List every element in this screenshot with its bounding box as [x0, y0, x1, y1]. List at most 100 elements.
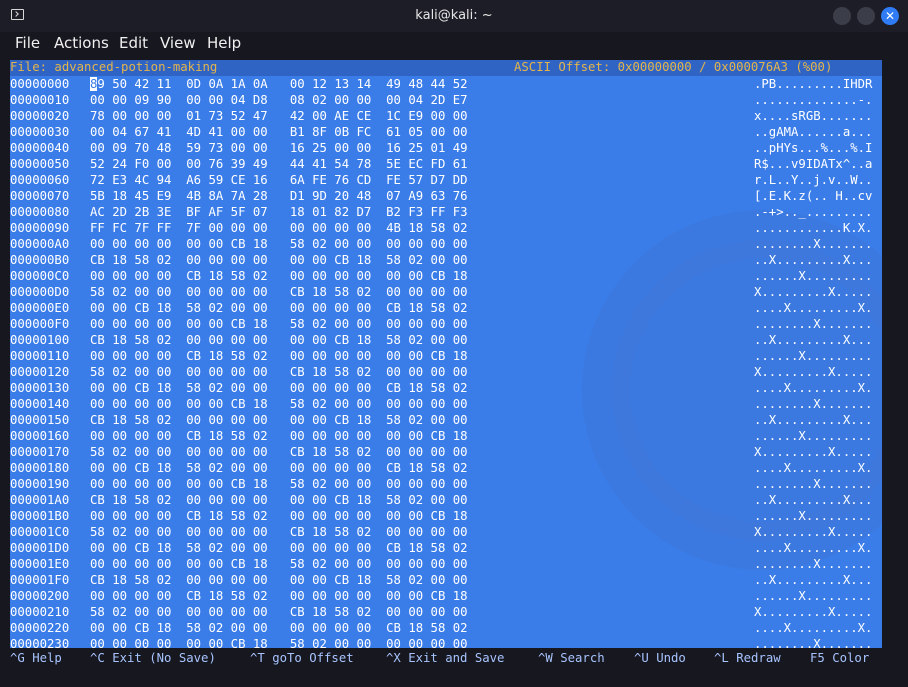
shortcut-goto-offset[interactable]: ^T goTo Offset	[250, 651, 354, 665]
row-hex-bytes[interactable]: CB 18 58 02 00 00 00 00 00 00 CB 18 58 0…	[90, 252, 468, 268]
minimize-button[interactable]	[833, 7, 851, 25]
row-hex-bytes[interactable]: CB 18 58 02 00 00 00 00 00 00 CB 18 58 0…	[90, 412, 468, 428]
row-offset: 000001F0	[10, 573, 70, 587]
row-hex-bytes[interactable]: 00 00 00 00 CB 18 58 02 00 00 00 00 00 0…	[90, 508, 468, 524]
row-hex-bytes[interactable]: 00 00 00 00 CB 18 58 02 00 00 00 00 00 0…	[90, 348, 468, 364]
row-hex-bytes[interactable]: 58 02 00 00 00 00 00 00 CB 18 58 02 00 0…	[90, 444, 468, 460]
row-hex-bytes[interactable]: AC 2D 2B 3E BF AF 5F 07 18 01 82 D7 B2 F…	[90, 204, 468, 220]
shortcut-exit-no-save[interactable]: ^C Exit (No Save)	[90, 651, 216, 665]
row-ascii[interactable]: ..X.........X...	[754, 412, 872, 428]
row-hex-bytes[interactable]: 58 02 00 00 00 00 00 00 CB 18 58 02 00 0…	[90, 364, 468, 380]
row-ascii[interactable]: ......X.........	[754, 268, 872, 284]
row-hex-bytes[interactable]: 58 02 00 00 00 00 00 00 CB 18 58 02 00 0…	[90, 524, 468, 540]
row-ascii[interactable]: r.L..Y..j.v..W..	[754, 172, 872, 188]
row-ascii[interactable]: ..............-.	[754, 92, 872, 108]
shortcut-color[interactable]: F5 Color	[810, 651, 869, 665]
row-hex-bytes[interactable]: 78 00 00 00 01 73 52 47 42 00 AE CE 1C E…	[90, 108, 468, 124]
row-hex-bytes[interactable]: 00 09 70 48 59 73 00 00 16 25 00 00 16 2…	[90, 140, 468, 156]
row-ascii[interactable]: ....X.........X.	[754, 460, 872, 476]
row-offset: 00000150	[10, 413, 70, 427]
row-hex-bytes[interactable]: 52 24 F0 00 00 76 39 49 44 41 54 78 5E E…	[90, 156, 468, 172]
row-ascii[interactable]: ........X.......	[754, 316, 872, 332]
row-offset: 000000C0	[10, 269, 70, 283]
row-hex-bytes[interactable]: 00 00 00 00 00 00 CB 18 58 02 00 00 00 0…	[90, 476, 468, 492]
row-ascii[interactable]: X.........X.....	[754, 524, 872, 540]
maximize-button[interactable]	[857, 7, 875, 25]
row-ascii[interactable]: R$...v9IDATx^..a	[754, 156, 872, 172]
row-ascii[interactable]: X.........X.....	[754, 364, 872, 380]
row-hex-bytes[interactable]: 00 00 00 00 CB 18 58 02 00 00 00 00 00 0…	[90, 428, 468, 444]
row-hex-bytes[interactable]: 00 00 00 00 00 00 CB 18 58 02 00 00 00 0…	[90, 316, 468, 332]
row-ascii[interactable]: .PB.........IHDR	[754, 76, 872, 92]
hex-editor[interactable]: File: advanced-potion-making ASCII Offse…	[10, 60, 882, 648]
row-hex-bytes[interactable]: 00 00 CB 18 58 02 00 00 00 00 00 00 CB 1…	[90, 540, 468, 556]
row-hex-bytes[interactable]: 58 02 00 00 00 00 00 00 CB 18 58 02 00 0…	[90, 604, 468, 620]
row-ascii[interactable]: ........X.......	[754, 476, 872, 492]
row-hex-bytes[interactable]: 00 04 67 41 4D 41 00 00 B1 8F 0B FC 61 0…	[90, 124, 468, 140]
row-hex-bytes[interactable]: 58 02 00 00 00 00 00 00 CB 18 58 02 00 0…	[90, 284, 468, 300]
shortcut-search[interactable]: ^W Search	[538, 651, 605, 665]
row-offset: 00000020	[10, 109, 70, 123]
shortcut-help[interactable]: ^G Help	[10, 651, 62, 665]
row-ascii[interactable]: ..X.........X...	[754, 252, 872, 268]
row-hex-bytes[interactable]: 00 00 00 00 00 00 CB 18 58 02 00 00 00 0…	[90, 236, 468, 252]
row-hex-bytes[interactable]: 00 00 00 00 00 00 CB 18 58 02 00 00 00 0…	[90, 396, 468, 412]
row-hex-bytes[interactable]: 00 00 CB 18 58 02 00 00 00 00 00 00 CB 1…	[90, 460, 468, 476]
menu-help[interactable]: Help	[207, 34, 241, 52]
row-hex-bytes[interactable]: 00 00 00 00 00 00 CB 18 58 02 00 00 00 0…	[90, 556, 468, 572]
row-ascii[interactable]: ......X.........	[754, 508, 872, 524]
window-title: kali@kali: ~	[415, 8, 493, 23]
row-hex-bytes[interactable]: 00 00 CB 18 58 02 00 00 00 00 00 00 CB 1…	[90, 380, 468, 396]
row-ascii[interactable]: X.........X.....	[754, 604, 872, 620]
row-hex-bytes[interactable]: 00 00 CB 18 58 02 00 00 00 00 00 00 CB 1…	[90, 620, 468, 636]
shortcut-redraw[interactable]: ^L Redraw	[714, 651, 781, 665]
shortcut-exit-and-save[interactable]: ^X Exit and Save	[386, 651, 504, 665]
close-button[interactable]: ✕	[881, 7, 899, 25]
row-hex-bytes[interactable]: 00 00 00 00 CB 18 58 02 00 00 00 00 00 0…	[90, 268, 468, 284]
title-bar[interactable]: kali@kali: ~ ✕	[0, 0, 908, 32]
row-hex-bytes[interactable]: 72 E3 4C 94 A6 59 CE 16 6A FE 76 CD FE 5…	[90, 172, 468, 188]
row-ascii[interactable]: ............K.X.	[754, 220, 872, 236]
row-ascii[interactable]: X.........X.....	[754, 284, 872, 300]
row-ascii[interactable]: ........X.......	[754, 636, 872, 648]
row-ascii[interactable]: X.........X.....	[754, 444, 872, 460]
row-ascii[interactable]: .-+>.._.........	[754, 204, 872, 220]
row-ascii[interactable]: ....X.........X.	[754, 380, 872, 396]
row-hex-bytes[interactable]: 89 50 42 11 0D 0A 1A 0A 00 12 13 14 49 4…	[90, 76, 468, 92]
row-hex-bytes[interactable]: 00 00 09 90 00 00 04 D8 08 02 00 00 00 0…	[90, 92, 468, 108]
row-hex-bytes[interactable]: CB 18 58 02 00 00 00 00 00 00 CB 18 58 0…	[90, 332, 468, 348]
row-offset: 00000210	[10, 605, 70, 619]
row-hex-bytes[interactable]: 5B 18 45 E9 4B 8A 7A 28 D1 9D 20 48 07 A…	[90, 188, 468, 204]
row-ascii[interactable]: ..X.........X...	[754, 572, 872, 588]
row-ascii[interactable]: [.E.K.z(.. H..cv	[754, 188, 872, 204]
menu-view[interactable]: View	[160, 34, 196, 52]
row-offset: 00000200	[10, 589, 70, 603]
row-ascii[interactable]: ........X.......	[754, 556, 872, 572]
row-hex-bytes[interactable]: CB 18 58 02 00 00 00 00 00 00 CB 18 58 0…	[90, 572, 468, 588]
row-offset: 00000110	[10, 349, 70, 363]
row-hex-bytes[interactable]: 00 00 CB 18 58 02 00 00 00 00 00 00 CB 1…	[90, 300, 468, 316]
row-ascii[interactable]: ......X.........	[754, 588, 872, 604]
menu-edit[interactable]: Edit	[119, 34, 148, 52]
row-hex-bytes[interactable]: CB 18 58 02 00 00 00 00 00 00 CB 18 58 0…	[90, 492, 468, 508]
row-ascii[interactable]: ..X.........X...	[754, 332, 872, 348]
row-ascii[interactable]: ....X.........X.	[754, 620, 872, 636]
row-ascii[interactable]: ......X.........	[754, 428, 872, 444]
row-offset: 00000180	[10, 461, 70, 475]
row-hex-bytes[interactable]: 00 00 00 00 CB 18 58 02 00 00 00 00 00 0…	[90, 588, 468, 604]
menu-file[interactable]: File	[15, 34, 40, 52]
row-ascii[interactable]: ......X.........	[754, 348, 872, 364]
row-ascii[interactable]: ....X.........X.	[754, 540, 872, 556]
row-offset: 00000010	[10, 93, 70, 107]
row-ascii[interactable]: ..X.........X...	[754, 492, 872, 508]
row-ascii[interactable]: x....sRGB.......	[754, 108, 872, 124]
row-hex-bytes[interactable]: 00 00 00 00 00 00 CB 18 58 02 00 00 00 0…	[90, 636, 468, 648]
row-ascii[interactable]: ..pHYs...%...%.I	[754, 140, 872, 156]
row-ascii[interactable]: ..gAMA......a...	[754, 124, 872, 140]
row-ascii[interactable]: ....X.........X.	[754, 300, 872, 316]
row-hex-bytes[interactable]: FF FC 7F FF 7F 00 00 00 00 00 00 00 4B 1…	[90, 220, 468, 236]
shortcut-undo[interactable]: ^U Undo	[634, 651, 686, 665]
row-ascii[interactable]: ........X.......	[754, 236, 872, 252]
menu-actions[interactable]: Actions	[54, 34, 109, 52]
row-ascii[interactable]: ........X.......	[754, 396, 872, 412]
